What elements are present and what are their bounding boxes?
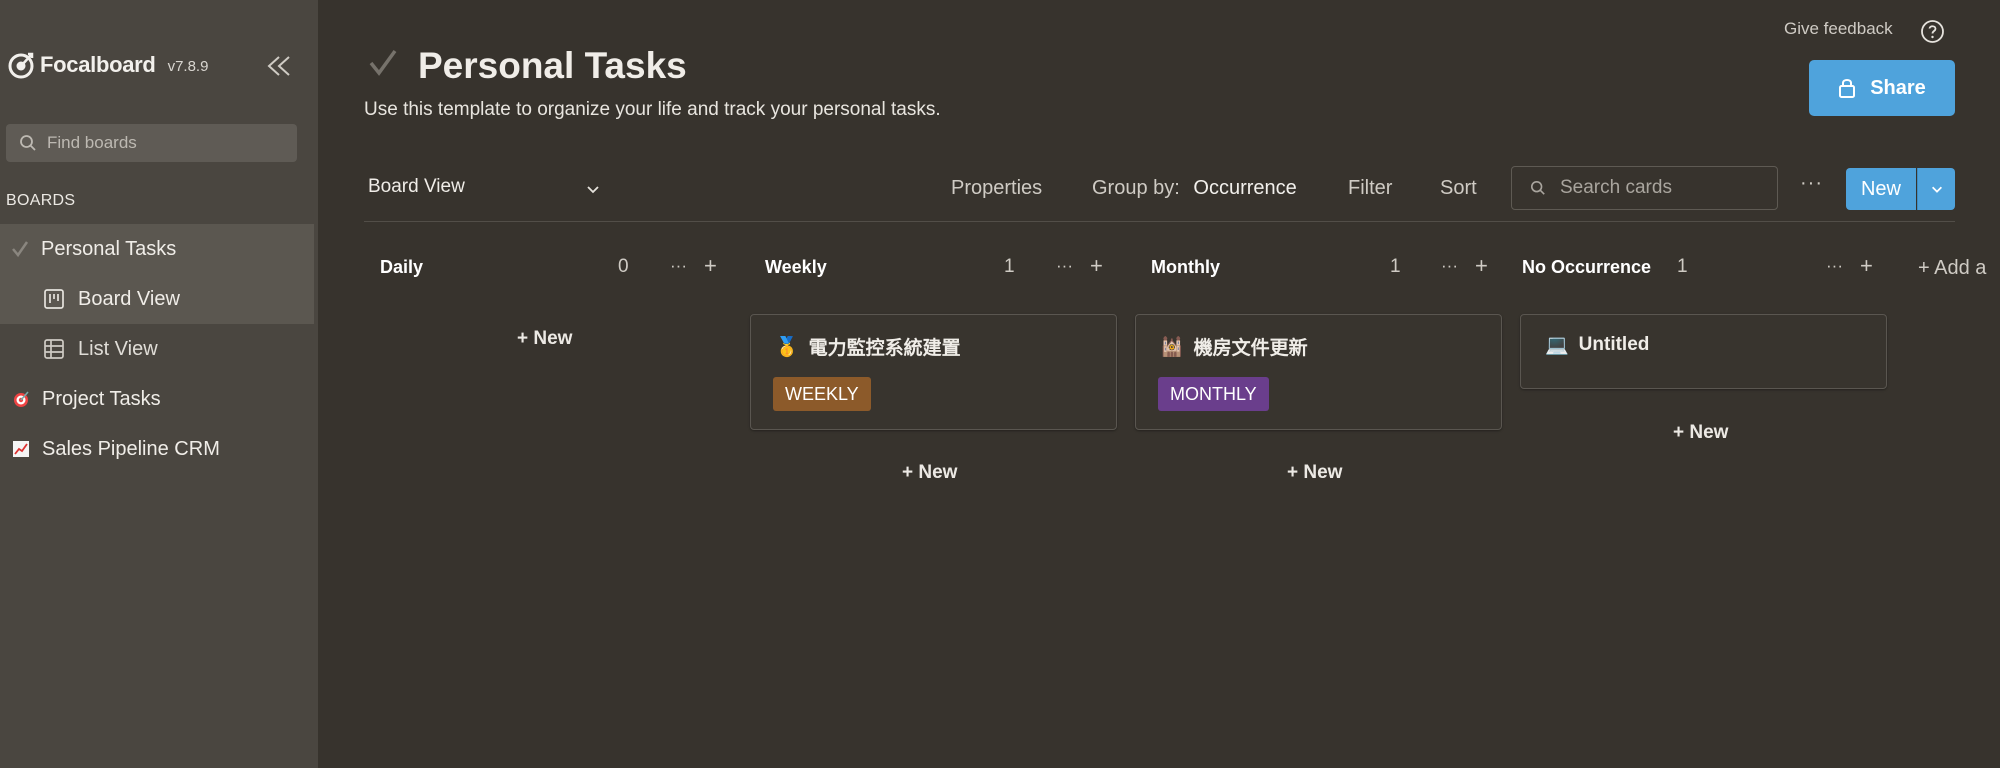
- column-options-button[interactable]: ···: [1056, 256, 1073, 276]
- sidebar-item-list-view[interactable]: List View: [0, 324, 314, 374]
- column-options-button[interactable]: ···: [1826, 256, 1843, 276]
- card-title: 電力監控系統建置: [808, 338, 961, 359]
- column-count: 1: [1677, 256, 1688, 277]
- dart-icon: [9, 387, 33, 411]
- column-count: 1: [1390, 256, 1401, 277]
- find-boards-input[interactable]: Find boards: [6, 124, 297, 162]
- card-title: Untitled: [1578, 334, 1650, 355]
- card[interactable]: 🥇 電力監控系統建置 WEEKLY: [750, 314, 1117, 430]
- chevron-down-icon: [1931, 186, 1942, 193]
- board-icon-check[interactable]: [368, 48, 398, 78]
- sidebar-item-personal-tasks[interactable]: Personal Tasks: [0, 224, 314, 274]
- column-add-button[interactable]: +: [1475, 253, 1488, 279]
- search-icon: [20, 135, 36, 151]
- column-name: Weekly: [765, 256, 827, 277]
- add-new-card-daily[interactable]: + New: [517, 328, 572, 350]
- add-new-card-no-occurrence[interactable]: + New: [1673, 422, 1728, 444]
- find-boards-placeholder: Find boards: [47, 133, 137, 152]
- filter-button[interactable]: Filter: [1348, 177, 1392, 200]
- more-options-button[interactable]: ···: [1800, 172, 1823, 195]
- collapse-sidebar-icon[interactable]: [264, 52, 294, 80]
- group-by-label: Group by:: [1092, 177, 1180, 199]
- search-icon: [1530, 180, 1545, 195]
- view-name: Board View: [368, 176, 465, 197]
- brand[interactable]: Focalboard v7.8.9: [6, 48, 208, 82]
- medal-icon: 🥇: [775, 336, 799, 358]
- focalboard-logo-icon: [8, 52, 34, 79]
- card-title-row: 💻 Untitled: [1545, 333, 1649, 357]
- building-icon: 🕍: [1160, 336, 1184, 358]
- view-selector[interactable]: Board View: [368, 176, 599, 198]
- column-count: 0: [618, 256, 629, 277]
- column-name: Daily: [380, 256, 424, 277]
- card-title: 機房文件更新: [1193, 338, 1308, 359]
- sidebar: Focalboard v7.8.9 Find boards BOARDS Per…: [0, 0, 318, 768]
- column-header-monthly[interactable]: Monthly: [1136, 248, 1367, 286]
- card[interactable]: 💻 Untitled: [1520, 314, 1887, 389]
- column-count: 1: [1004, 256, 1015, 277]
- app-name: Focalboard: [40, 52, 156, 77]
- occurrence-tag: MONTHLY: [1158, 377, 1269, 411]
- card-title-row: 🕍 機房文件更新: [1160, 333, 1308, 360]
- laptop-icon: 💻: [1545, 335, 1569, 356]
- board-title[interactable]: Personal Tasks: [418, 45, 687, 87]
- column-add-button[interactable]: +: [704, 253, 717, 279]
- sidebar-item-sales-pipeline-crm[interactable]: Sales Pipeline CRM: [0, 424, 314, 474]
- share-label: Share: [1870, 76, 1926, 99]
- add-new-card-monthly[interactable]: + New: [1287, 462, 1342, 484]
- sidebar-item-label: Project Tasks: [42, 387, 161, 410]
- search-cards-placeholder: Search cards: [1560, 177, 1672, 198]
- properties-button[interactable]: Properties: [951, 177, 1042, 200]
- column-name: Monthly: [1151, 256, 1220, 277]
- board-description[interactable]: Use this template to organize your life …: [364, 99, 941, 121]
- column-header-no-occurrence[interactable]: No Occurrence: [1506, 248, 1676, 286]
- column-header-weekly[interactable]: Weekly: [750, 248, 981, 286]
- column-add-button[interactable]: +: [1090, 253, 1103, 279]
- give-feedback-link[interactable]: Give feedback: [1784, 19, 1893, 39]
- column-options-button[interactable]: ···: [670, 256, 687, 276]
- group-by-value: Occurrence: [1193, 177, 1297, 199]
- add-group-button[interactable]: + Add a: [1918, 257, 1986, 280]
- column-add-button[interactable]: +: [1860, 253, 1873, 279]
- add-new-card-weekly[interactable]: + New: [902, 462, 957, 484]
- column-options-button[interactable]: ···: [1441, 256, 1458, 276]
- boards-section-label: BOARDS: [6, 192, 76, 209]
- chevron-down-icon: [587, 186, 599, 194]
- sidebar-item-label: Sales Pipeline CRM: [42, 437, 220, 460]
- app-version: v7.8.9: [167, 58, 209, 75]
- table-icon: [42, 337, 66, 361]
- occurrence-tag: WEEKLY: [773, 377, 871, 411]
- toolbar-divider: [364, 221, 1955, 222]
- sort-button[interactable]: Sort: [1440, 177, 1477, 200]
- lock-icon: [1839, 79, 1856, 98]
- group-by-button[interactable]: Group by: Occurrence: [1092, 177, 1297, 200]
- help-icon[interactable]: [1920, 19, 1945, 44]
- card-title-row: 🥇 電力監控系統建置: [775, 333, 961, 360]
- card[interactable]: 🕍 機房文件更新 MONTHLY: [1135, 314, 1502, 430]
- search-cards-input[interactable]: Search cards: [1511, 166, 1778, 210]
- new-dropdown-button[interactable]: [1917, 168, 1955, 210]
- column-header-daily[interactable]: Daily: [365, 248, 596, 286]
- column-name: No Occurrence: [1522, 256, 1652, 277]
- sidebar-item-label: Board View: [78, 287, 180, 310]
- sidebar-item-board-view[interactable]: Board View: [0, 274, 314, 324]
- board-icon: [42, 287, 66, 311]
- new-card-button[interactable]: New: [1846, 168, 1916, 210]
- sidebar-item-label: List View: [78, 337, 158, 360]
- sidebar-item-project-tasks[interactable]: Project Tasks: [0, 374, 314, 424]
- share-button[interactable]: Share: [1809, 60, 1955, 116]
- sidebar-item-label: Personal Tasks: [41, 237, 177, 260]
- chart-icon: [9, 437, 33, 461]
- check-icon: [8, 237, 32, 261]
